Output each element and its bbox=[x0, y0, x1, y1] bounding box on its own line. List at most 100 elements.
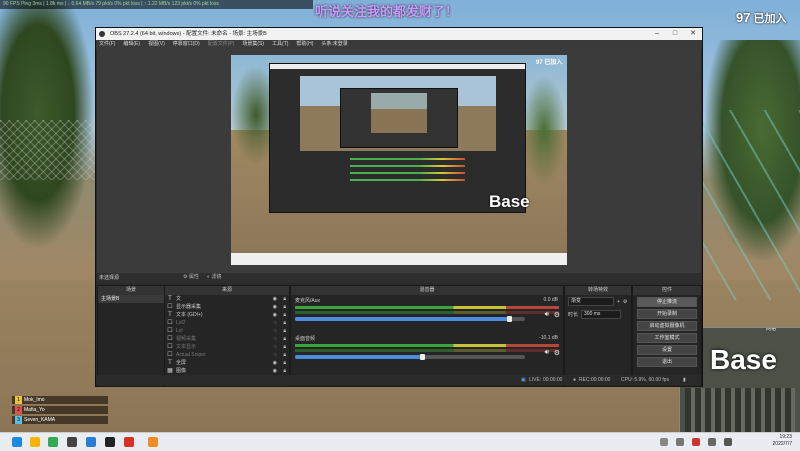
preview-tree bbox=[521, 75, 567, 185]
source-item[interactable]: T 文本 (GDI+) ◉ 🔒︎ bbox=[165, 311, 289, 319]
gear-icon: ⚙ bbox=[183, 274, 188, 280]
file-explorer-icon[interactable] bbox=[30, 437, 40, 447]
team-list: 1 Mok_Imo 2 Mafia_Yo 3 Seven_KAMA bbox=[12, 396, 108, 426]
browser-icon[interactable] bbox=[86, 437, 96, 447]
source-item[interactable]: ☐ Lol2 ◌ 🔒︎ bbox=[165, 319, 289, 327]
display-capture-icon: ☐ bbox=[167, 304, 173, 310]
visibility-eye-icon[interactable]: ◌ bbox=[274, 327, 277, 335]
speaker-icon[interactable]: 🔊︎ bbox=[545, 311, 549, 319]
visibility-eye-icon[interactable]: ◌ bbox=[274, 343, 277, 351]
lock-icon[interactable]: 🔒︎ bbox=[283, 343, 286, 351]
duration-input[interactable]: 300 ms bbox=[581, 310, 622, 319]
stop-streaming-button[interactable]: 停止推流 bbox=[637, 297, 697, 307]
volume-slider[interactable] bbox=[295, 354, 525, 360]
controls-dock-title: 控件 bbox=[633, 286, 701, 295]
source-item[interactable]: ☐ 显示器采集 ◉ 🔒︎ bbox=[165, 303, 289, 311]
source-item[interactable]: ☐ Lol ◌ 🔒︎ bbox=[165, 327, 289, 335]
source-label: 文本 (GDI+) bbox=[176, 312, 203, 318]
obs-titlebar[interactable]: OBS 27.2.4 (64 bit, windows) - 配置文件: 未命名… bbox=[96, 28, 702, 40]
minimap-base-label: Base bbox=[710, 344, 777, 375]
source-item[interactable]: ☐ 文本显示 ◌ 🔒︎ bbox=[165, 343, 289, 351]
minimap-buildings bbox=[685, 388, 795, 433]
lock-icon[interactable]: 🔒︎ bbox=[283, 303, 286, 311]
volume-knob[interactable] bbox=[419, 354, 425, 360]
menu-tools[interactable]: 工具(T) bbox=[272, 40, 288, 49]
preview-area[interactable]: 97 已加入 Base bbox=[97, 49, 701, 273]
menu-help[interactable]: 帮助(H) bbox=[296, 40, 313, 49]
start-virtual-camera-button[interactable]: 启动虚拟摄像机 bbox=[637, 321, 697, 331]
source-item[interactable]: T 全屏 ◉ 🔒︎ bbox=[165, 359, 289, 367]
visibility-eye-icon[interactable]: ◌ bbox=[274, 335, 277, 343]
window-controls: – □ ✕ bbox=[648, 28, 702, 40]
visibility-eye-icon[interactable]: ◉ bbox=[273, 359, 277, 367]
transition-select[interactable]: 渐变 bbox=[568, 297, 614, 306]
tray-icon[interactable] bbox=[708, 438, 716, 446]
menu-file[interactable]: 文件(F) bbox=[99, 40, 115, 49]
visibility-eye-icon[interactable]: ◉ bbox=[273, 295, 277, 303]
settings-button[interactable]: 设置 bbox=[637, 345, 697, 355]
players-joined-number: 97 bbox=[736, 10, 751, 25]
lock-icon[interactable]: 🔒︎ bbox=[283, 295, 286, 303]
stream-preview[interactable]: 97 已加入 Base bbox=[231, 55, 567, 265]
menu-scene-collection[interactable]: 场景集(S) bbox=[242, 40, 264, 49]
tray-icon[interactable] bbox=[676, 438, 684, 446]
exit-button[interactable]: 退出 bbox=[637, 357, 697, 367]
start-recording-button[interactable]: 开始录制 bbox=[637, 309, 697, 319]
live-icon: ▣ bbox=[521, 377, 526, 383]
nested-inner-window bbox=[340, 88, 458, 148]
menu-docks[interactable]: 停靠窗口(D) bbox=[173, 40, 200, 49]
tray-icon[interactable] bbox=[724, 438, 732, 446]
menu-edit[interactable]: 编辑(E) bbox=[123, 40, 140, 49]
visibility-eye-icon[interactable]: ◉ bbox=[273, 367, 277, 375]
scene-item[interactable]: 主场景B bbox=[98, 295, 164, 303]
game-app-icon[interactable] bbox=[148, 437, 158, 447]
lock-icon[interactable]: 🔒︎ bbox=[283, 367, 286, 375]
maximize-button[interactable]: □ bbox=[666, 28, 684, 40]
volume-knob[interactable] bbox=[506, 316, 512, 322]
obs-window[interactable]: OBS 27.2.4 (64 bit, windows) - 配置文件: 未命名… bbox=[95, 27, 703, 387]
menu-profile[interactable]: 配置文件(P) bbox=[208, 40, 235, 49]
visibility-eye-icon[interactable]: ◉ bbox=[273, 311, 277, 319]
source-item[interactable]: ☐ 视频采集 ◌ 🔒︎ bbox=[165, 335, 289, 343]
source-item[interactable]: ▦ 图像 ◉ 🔒︎ bbox=[165, 367, 289, 375]
close-button[interactable]: ✕ bbox=[684, 28, 702, 40]
lock-icon[interactable]: 🔒︎ bbox=[283, 327, 286, 335]
tray-icon[interactable] bbox=[660, 438, 668, 446]
nested-scene bbox=[300, 76, 496, 151]
properties-button[interactable]: ⚙ 属性 bbox=[183, 274, 199, 281]
filters-button[interactable]: ◐ 滤镜 bbox=[207, 274, 221, 281]
gear-icon[interactable]: ⚙ bbox=[554, 349, 560, 357]
minimize-button[interactable]: – bbox=[648, 28, 666, 40]
lock-icon[interactable]: 🔒︎ bbox=[283, 311, 286, 319]
source-item[interactable]: T 文 ◉ 🔒︎ bbox=[165, 295, 289, 303]
visibility-eye-icon[interactable]: ◉ bbox=[273, 303, 277, 311]
windows-start-icon[interactable] bbox=[12, 437, 22, 447]
tray-icon[interactable] bbox=[692, 438, 700, 446]
app-icon[interactable] bbox=[67, 437, 77, 447]
taskbar-clock[interactable]: 19:23 2022/7/7 bbox=[773, 434, 792, 448]
source-item[interactable]: ☐ Actual Sniper ◌ 🔒︎ bbox=[165, 351, 289, 359]
lock-icon[interactable]: 🔒︎ bbox=[283, 351, 286, 359]
lock-icon[interactable]: 🔒︎ bbox=[283, 319, 286, 327]
preview-nested-obs bbox=[269, 63, 526, 213]
lock-icon[interactable]: 🔒︎ bbox=[283, 335, 286, 343]
menu-toutiao-login[interactable]: 头条:未登录 bbox=[321, 40, 347, 49]
app-icon[interactable] bbox=[124, 437, 134, 447]
rec-time: 00:00:00 bbox=[591, 377, 611, 383]
team-member-number: 2 bbox=[15, 406, 22, 414]
studio-mode-button[interactable]: 工作室模式 bbox=[637, 333, 697, 343]
lock-icon[interactable]: 🔒︎ bbox=[283, 359, 286, 367]
gear-icon[interactable]: ⚙ bbox=[554, 311, 560, 319]
gear-icon[interactable]: ⚙ bbox=[623, 299, 627, 305]
volume-slider[interactable] bbox=[295, 316, 525, 322]
visibility-eye-icon[interactable]: ◌ bbox=[274, 351, 277, 359]
add-icon[interactable]: + bbox=[617, 299, 620, 305]
speaker-icon[interactable]: 🔊︎ bbox=[545, 349, 549, 357]
text-source-icon: T bbox=[168, 312, 172, 318]
app-icon[interactable] bbox=[105, 437, 115, 447]
minimap-grid-label: 网格 bbox=[766, 327, 777, 332]
visibility-eye-icon[interactable]: ◌ bbox=[274, 319, 277, 327]
source-label: 文本显示 bbox=[176, 344, 197, 350]
menu-view[interactable]: 视图(V) bbox=[148, 40, 165, 49]
app-icon[interactable] bbox=[48, 437, 58, 447]
